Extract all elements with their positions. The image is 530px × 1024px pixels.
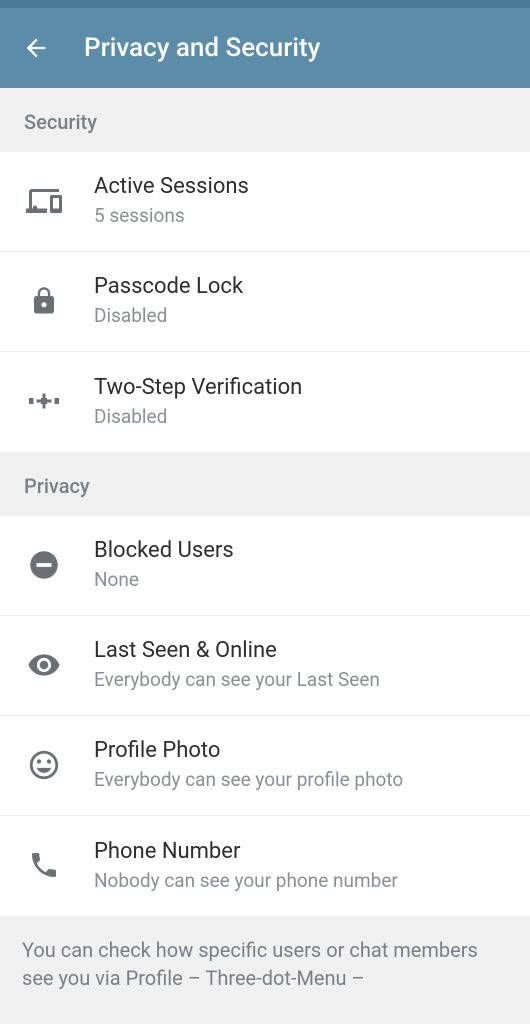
list-item-profile-photo[interactable]: Profile Photo Everybody can see your pro… bbox=[0, 716, 530, 816]
item-title: Blocked Users bbox=[94, 538, 506, 563]
item-title: Active Sessions bbox=[94, 174, 506, 199]
item-content: Last Seen & Online Everybody can see you… bbox=[94, 638, 506, 691]
privacy-list: Blocked Users None Last Seen & Online Ev… bbox=[0, 516, 530, 916]
list-item-blocked-users[interactable]: Blocked Users None bbox=[0, 516, 530, 616]
list-item-last-seen[interactable]: Last Seen & Online Everybody can see you… bbox=[0, 616, 530, 716]
header: Privacy and Security bbox=[0, 8, 530, 88]
phone-icon bbox=[24, 845, 64, 885]
item-content: Profile Photo Everybody can see your pro… bbox=[94, 738, 506, 791]
item-content: Active Sessions 5 sessions bbox=[94, 174, 506, 227]
item-subtitle: Disabled bbox=[94, 304, 506, 327]
item-title: Phone Number bbox=[94, 839, 506, 864]
smiley-icon bbox=[24, 745, 64, 785]
devices-icon bbox=[24, 181, 64, 221]
status-bar bbox=[0, 0, 530, 8]
item-title: Last Seen & Online bbox=[94, 638, 506, 663]
item-subtitle: Everybody can see your Last Seen bbox=[94, 668, 506, 691]
item-title: Passcode Lock bbox=[94, 274, 506, 299]
section-header-security: Security bbox=[0, 88, 530, 152]
back-button[interactable] bbox=[20, 32, 52, 64]
item-subtitle: Nobody can see your phone number bbox=[94, 869, 506, 892]
blocked-icon bbox=[24, 545, 64, 585]
item-subtitle: Disabled bbox=[94, 405, 506, 428]
item-title: Profile Photo bbox=[94, 738, 506, 763]
item-subtitle: None bbox=[94, 568, 506, 591]
list-item-two-step[interactable]: Two-Step Verification Disabled bbox=[0, 352, 530, 452]
eye-icon bbox=[24, 645, 64, 685]
list-item-passcode-lock[interactable]: Passcode Lock Disabled bbox=[0, 252, 530, 352]
page-title: Privacy and Security bbox=[84, 33, 320, 63]
item-subtitle: Everybody can see your profile photo bbox=[94, 768, 506, 791]
back-arrow-icon bbox=[22, 34, 50, 62]
key-icon bbox=[24, 381, 64, 421]
security-list: Active Sessions 5 sessions Passcode Lock… bbox=[0, 152, 530, 452]
item-content: Two-Step Verification Disabled bbox=[94, 375, 506, 428]
list-item-active-sessions[interactable]: Active Sessions 5 sessions bbox=[0, 152, 530, 252]
footer-help-text: You can check how specific users or chat… bbox=[0, 916, 530, 1012]
item-content: Blocked Users None bbox=[94, 538, 506, 591]
item-subtitle: 5 sessions bbox=[94, 204, 506, 227]
list-item-phone-number[interactable]: Phone Number Nobody can see your phone n… bbox=[0, 816, 530, 916]
item-content: Phone Number Nobody can see your phone n… bbox=[94, 839, 506, 892]
item-title: Two-Step Verification bbox=[94, 375, 506, 400]
lock-icon bbox=[24, 281, 64, 321]
section-header-privacy: Privacy bbox=[0, 452, 530, 516]
item-content: Passcode Lock Disabled bbox=[94, 274, 506, 327]
